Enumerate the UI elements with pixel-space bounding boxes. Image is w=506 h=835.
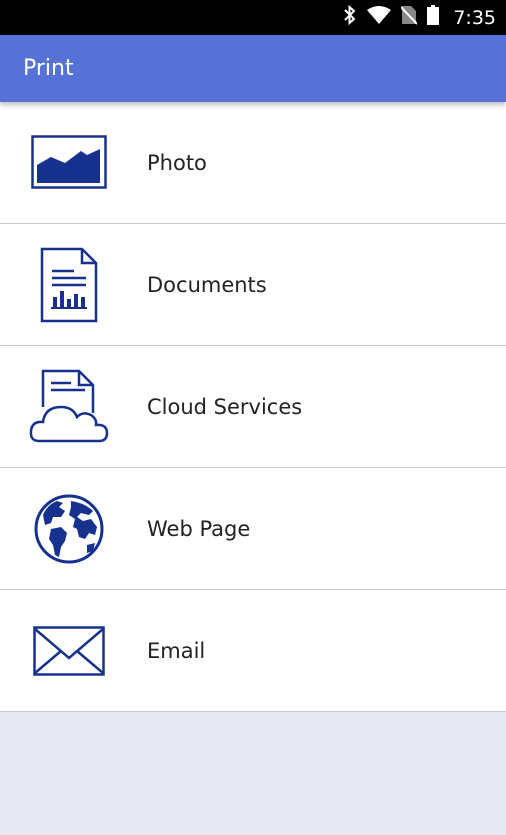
menu-item-web-page[interactable]: Web Page (0, 468, 506, 590)
menu-item-label: Photo (147, 150, 207, 175)
globe-icon (28, 488, 110, 570)
menu-item-label: Cloud Services (147, 394, 303, 419)
menu-item-label: Email (147, 638, 206, 663)
no-sim-icon (400, 5, 419, 30)
status-time: 7:35 (453, 6, 496, 29)
battery-icon (427, 5, 440, 30)
status-icons: 7:35 (343, 0, 496, 35)
cloud-services-icon (28, 366, 110, 448)
print-source-list: Photo Documents Cloud Services Web Page … (0, 102, 506, 712)
empty-background (0, 714, 506, 835)
photo-icon (28, 122, 110, 204)
menu-item-email[interactable]: Email (0, 590, 506, 712)
menu-item-documents[interactable]: Documents (0, 224, 506, 346)
menu-item-label: Web Page (147, 516, 251, 541)
bluetooth-icon (343, 4, 357, 30)
menu-item-cloud-services[interactable]: Cloud Services (0, 346, 506, 468)
status-bar: 7:35 (0, 0, 506, 35)
menu-item-photo[interactable]: Photo (0, 102, 506, 224)
app-bar: Print (0, 35, 506, 102)
page-title: Print (23, 56, 74, 81)
document-icon (28, 244, 110, 326)
envelope-icon (28, 610, 110, 692)
wifi-icon (367, 6, 392, 29)
menu-item-label: Documents (147, 272, 267, 297)
